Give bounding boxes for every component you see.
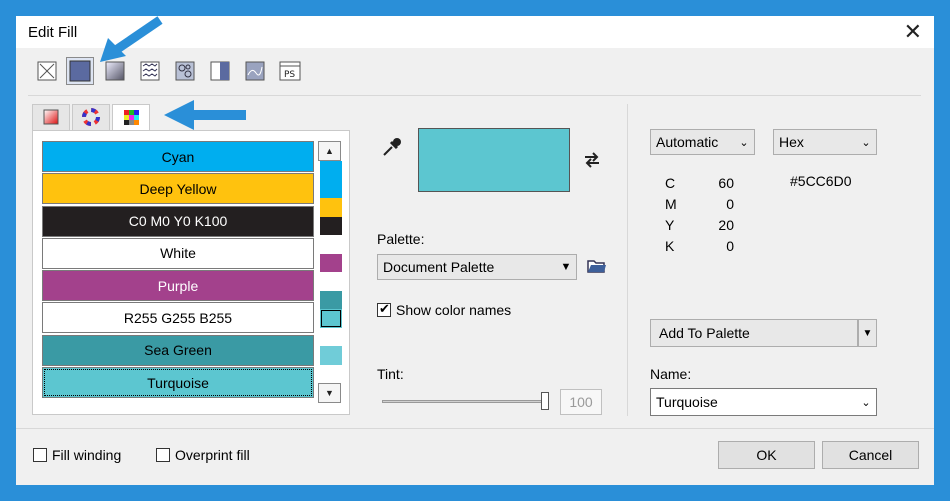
mini-swatch	[320, 346, 342, 365]
color-preview	[418, 128, 570, 192]
two-color-pattern-icon[interactable]	[209, 60, 231, 82]
add-to-palette-button[interactable]: Add To Palette	[650, 319, 858, 347]
color-model-dropdown[interactable]: Automatic ⌄	[650, 129, 755, 155]
dialog-title: Edit Fill	[28, 24, 78, 41]
mini-swatch	[320, 327, 342, 346]
mini-swatch	[320, 179, 342, 198]
value-format-value: Hex	[779, 134, 804, 150]
cmyk-channel-label: C	[665, 175, 676, 191]
cmyk-channel-label: Y	[665, 217, 675, 233]
overprint-fill-checkbox[interactable]	[156, 448, 170, 462]
chevron-down-icon: ⌄	[861, 396, 871, 409]
hex-value[interactable]: #5CC6D0	[790, 173, 851, 189]
color-name-value: Turquoise	[656, 394, 718, 410]
color-name-field[interactable]: Turquoise ⌄	[650, 388, 877, 416]
tint-value-field[interactable]: 100	[560, 389, 602, 415]
chevron-down-icon: ⌄	[861, 136, 871, 149]
name-label: Name:	[650, 366, 692, 382]
palette-scrollbar[interactable]: ▲ ▼	[318, 141, 343, 403]
vertical-separator	[627, 104, 628, 416]
chevron-down-icon: ⌄	[739, 136, 749, 149]
color-viewers-tab[interactable]	[32, 104, 70, 130]
mini-swatch	[320, 235, 342, 254]
cancel-button[interactable]: Cancel	[822, 441, 919, 469]
eyedropper-icon[interactable]	[381, 136, 403, 161]
palette-swatch[interactable]: Sea Green	[42, 334, 314, 366]
chevron-down-icon: ▼	[560, 261, 572, 273]
scroll-up-button[interactable]: ▲	[318, 141, 341, 161]
swap-colors-icon[interactable]	[582, 150, 602, 173]
palette-swatch[interactable]: Turquoise	[42, 367, 314, 399]
svg-text:PS: PS	[284, 70, 295, 80]
color-model-value: Automatic	[656, 134, 719, 150]
overprint-fill-label: Overprint fill	[175, 447, 250, 463]
cmyk-channel-value[interactable]: 60	[706, 175, 734, 191]
cmyk-channel-value[interactable]: 20	[706, 217, 734, 233]
palette-swatch[interactable]: R255 G255 B255	[42, 302, 314, 334]
texture-fill-icon[interactable]	[244, 60, 266, 82]
scroll-down-button[interactable]: ▼	[318, 383, 341, 403]
checkmark-icon: ✔	[379, 301, 390, 316]
ok-button[interactable]: OK	[718, 441, 815, 469]
palette-swatch[interactable]: White	[42, 237, 314, 269]
edit-fill-dialog: Edit Fill ✕ PS Cyan Deep Yellow C0 M0 Y0…	[16, 16, 934, 485]
mini-swatch	[320, 198, 342, 217]
value-format-dropdown[interactable]: Hex ⌄	[773, 129, 877, 155]
palette-swatch[interactable]: Purple	[42, 270, 314, 302]
cmyk-channel-value[interactable]: 0	[706, 238, 734, 254]
cmyk-channel-label: M	[665, 196, 677, 212]
bitmap-pattern-icon[interactable]	[174, 60, 196, 82]
palette-label: Palette:	[377, 231, 425, 247]
no-fill-icon[interactable]	[36, 60, 58, 82]
mini-swatch	[320, 309, 342, 328]
postscript-fill-icon[interactable]: PS	[278, 60, 301, 82]
show-color-names-label: Show color names	[396, 302, 512, 318]
tint-label: Tint:	[377, 366, 404, 382]
palette-dropdown[interactable]: Document Palette ▼	[377, 254, 577, 280]
color-palettes-tab[interactable]	[112, 104, 150, 132]
palette-dropdown-value: Document Palette	[383, 259, 495, 275]
cmyk-channel-label: K	[665, 238, 675, 254]
tint-slider-track[interactable]	[382, 400, 548, 403]
annotation-arrow-icon	[164, 100, 246, 130]
mini-swatch	[320, 253, 342, 272]
mini-swatch	[320, 161, 342, 180]
mini-swatch	[320, 216, 342, 235]
palette-swatch[interactable]: Deep Yellow	[42, 173, 314, 205]
mini-swatch	[320, 272, 342, 291]
tint-slider-thumb[interactable]	[541, 392, 549, 410]
palette-swatch[interactable]: C0 M0 Y0 K100	[42, 205, 314, 237]
palette-panel: Cyan Deep Yellow C0 M0 Y0 K100 White Purple R…	[32, 130, 350, 415]
folder-open-icon[interactable]	[586, 256, 608, 279]
fill-winding-label: Fill winding	[52, 447, 122, 463]
add-to-palette-dropdown-arrow[interactable]: ▼	[858, 319, 877, 347]
mini-swatch	[320, 290, 342, 309]
mini-swatch	[320, 364, 342, 383]
show-color-names-checkbox[interactable]: ✔	[377, 301, 391, 317]
footer-separator	[16, 428, 934, 429]
annotation-arrow-icon	[100, 16, 163, 62]
palette-swatch-list: Cyan Deep Yellow C0 M0 Y0 K100 White Purple R…	[42, 141, 316, 399]
cmyk-channel-value[interactable]: 0	[706, 196, 734, 212]
color-harmonies-tab[interactable]	[72, 104, 110, 130]
palette-swatch[interactable]: Cyan	[42, 141, 314, 172]
fill-winding-checkbox[interactable]	[33, 448, 47, 462]
close-icon[interactable]: ✕	[904, 19, 922, 45]
